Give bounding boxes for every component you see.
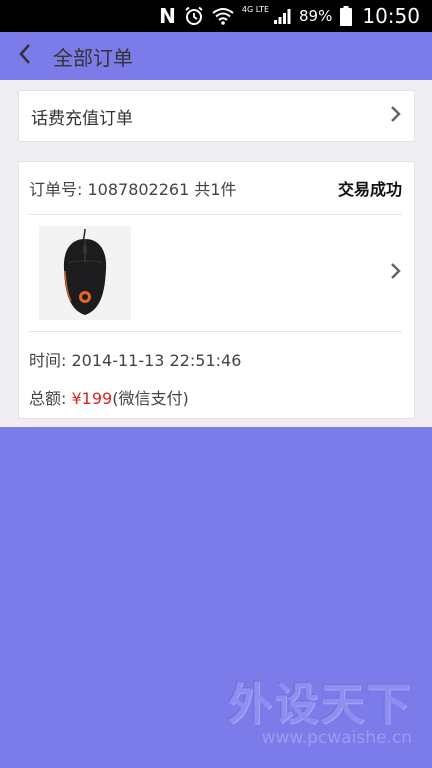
chevron-left-icon: [18, 43, 32, 69]
order-number: 订单号: 1087802261 共1件: [29, 180, 237, 199]
order-status: 交易成功: [337, 180, 402, 199]
signal-icon: [273, 7, 291, 25]
battery-icon: [340, 6, 353, 26]
watermark: 外设天下 www.pcwaishe.cn: [228, 668, 412, 748]
header-bar: 全部订单: [0, 32, 432, 80]
order-total-price: ¥199: [71, 389, 113, 408]
recharge-orders-row[interactable]: 话费充值订单: [18, 90, 415, 142]
n-notification-icon: N: [159, 4, 176, 28]
battery-percent: 89%: [299, 7, 333, 25]
page-title: 全部订单: [53, 45, 133, 70]
recharge-orders-label: 话费充值订单: [31, 108, 133, 129]
order-product-row[interactable]: [29, 215, 402, 332]
payment-method: (微信支付): [112, 389, 189, 408]
chevron-right-icon: [390, 105, 402, 127]
mouse-product-image: [39, 226, 131, 320]
network-type-label: 4G LTE: [241, 5, 270, 14]
clock-time: 10:50: [362, 4, 420, 28]
order-card: 订单号: 1087802261 共1件 交易成功 时间: 2014-11-13 …: [18, 161, 415, 419]
status-bar: N 4G LTE 89% 10:50: [0, 0, 432, 32]
chevron-right-icon: [390, 262, 402, 284]
content-area: 话费充值订单 订单号: 1087802261 共1件 交易成功 时间: 2014…: [0, 80, 432, 427]
watermark-text: 外设天下: [228, 679, 412, 730]
wifi-icon: [212, 7, 234, 25]
order-header: 订单号: 1087802261 共1件 交易成功: [29, 162, 402, 215]
order-time: 时间: 2014-11-13 22:51:46: [29, 351, 242, 370]
order-total-label: 总额:: [29, 389, 72, 408]
order-total: 总额: ¥199(微信支付): [29, 385, 189, 409]
back-button[interactable]: [0, 32, 50, 80]
alarm-icon: [184, 6, 204, 26]
